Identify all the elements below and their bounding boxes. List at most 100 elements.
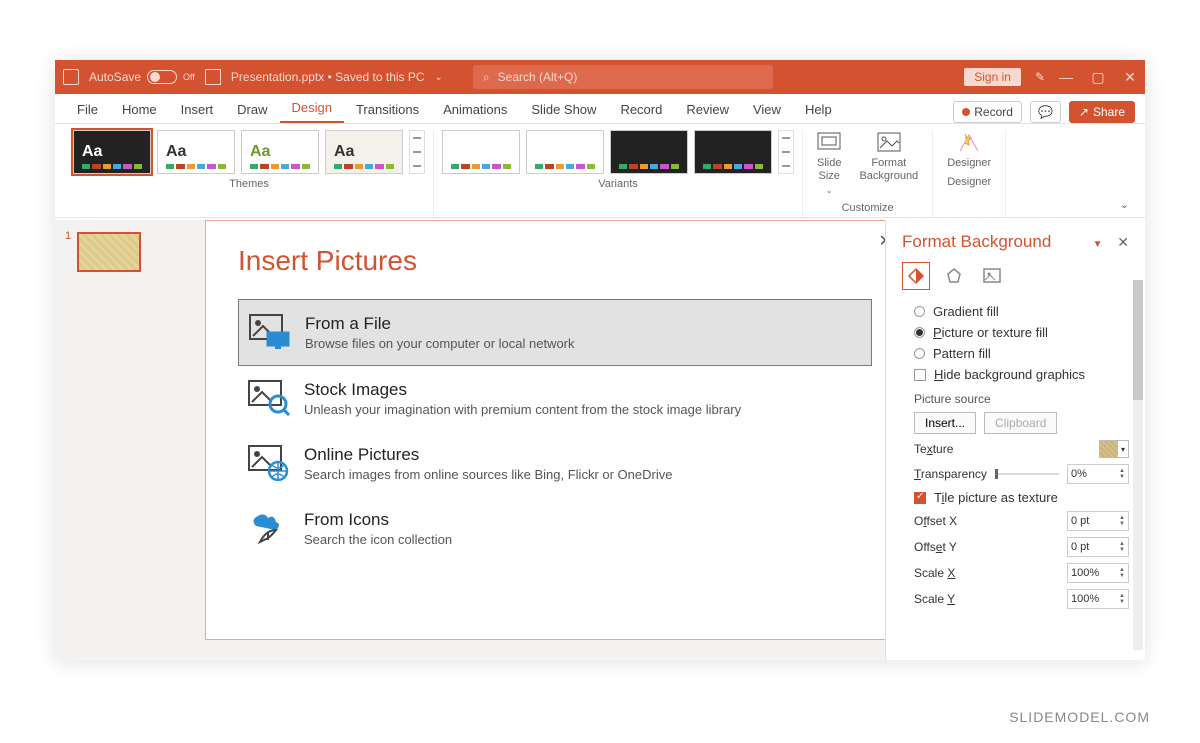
theme-option-4[interactable]: Aa [325, 130, 403, 174]
tab-file[interactable]: File [65, 96, 110, 123]
ribbon: Aa Aa Aa Aa Themes Variants Slid [55, 124, 1145, 218]
option-label: Stock Images [304, 380, 741, 400]
panel-close-button[interactable]: ✕ [1117, 234, 1129, 250]
scale-x-input[interactable]: 100%▲▼ [1067, 563, 1129, 583]
transparency-label: Transparency [914, 467, 987, 481]
tab-transitions[interactable]: Transitions [344, 96, 431, 123]
tab-design[interactable]: Design [280, 94, 344, 123]
app-window: AutoSave Off Presentation.pptx • Saved t… [55, 60, 1145, 660]
gradient-fill-radio[interactable]: Gradient fill [914, 304, 1129, 319]
designer-icon [957, 132, 981, 154]
from-file-icon [249, 314, 291, 350]
tab-animations[interactable]: Animations [431, 96, 519, 123]
slide-size-button[interactable]: Slide Size ⌄ [811, 130, 847, 198]
insert-picture-button[interactable]: Insert... [914, 412, 976, 434]
insert-online-pictures-option[interactable]: Online Pictures Search images from onlin… [238, 431, 872, 496]
app-icon [63, 69, 79, 85]
comments-button[interactable]: 💬 [1030, 101, 1061, 123]
hide-background-checkbox[interactable]: Hide background graphics [914, 367, 1129, 382]
variant-2[interactable] [526, 130, 604, 174]
picture-tab-icon[interactable] [978, 262, 1006, 290]
fill-tab-icon[interactable] [902, 262, 930, 290]
texture-picker[interactable]: ▾ [1099, 440, 1129, 458]
search-icon: ⌕ [483, 70, 490, 85]
transparency-input[interactable]: 0%▲▼ [1067, 464, 1129, 484]
effects-tab-icon[interactable] [940, 262, 968, 290]
search-placeholder: Search (Alt+Q) [498, 70, 578, 84]
option-desc: Browse files on your computer or local n… [305, 336, 575, 351]
offset-x-input[interactable]: 0 pt▲▼ [1067, 511, 1129, 531]
share-button[interactable]: ↗Share [1069, 101, 1135, 123]
transparency-slider[interactable] [995, 473, 1059, 475]
variants-more-button[interactable] [778, 130, 794, 174]
format-background-button[interactable]: Format Background [853, 130, 924, 198]
search-input[interactable]: ⌕ Search (Alt+Q) [473, 65, 773, 89]
autosave-label: AutoSave [89, 70, 141, 84]
tab-review[interactable]: Review [674, 96, 741, 123]
tab-draw[interactable]: Draw [225, 96, 279, 123]
minimize-button[interactable]: — [1059, 70, 1073, 84]
signin-button[interactable]: Sign in [964, 68, 1021, 86]
format-background-panel: Format Background ▼ ✕ Gradient fill Pict… [885, 220, 1145, 660]
option-desc: Search the icon collection [304, 532, 452, 547]
scale-y-input[interactable]: 100%▲▼ [1067, 589, 1129, 609]
variant-1[interactable] [442, 130, 520, 174]
option-label: Online Pictures [304, 445, 672, 465]
tab-view[interactable]: View [741, 96, 793, 123]
close-button[interactable]: ✕ [1123, 70, 1137, 84]
scale-x-label: Scale X [914, 566, 955, 580]
customize-group-label: Customize [842, 202, 894, 218]
designer-button[interactable]: Designer [941, 130, 997, 172]
offset-y-input[interactable]: 0 pt▲▼ [1067, 537, 1129, 557]
theme-option-1[interactable]: Aa [73, 130, 151, 174]
chevron-down-icon[interactable]: ⌄ [435, 72, 443, 83]
menu-bar: File Home Insert Draw Design Transitions… [55, 94, 1145, 124]
theme-option-2[interactable]: Aa [157, 130, 235, 174]
slide-thumbnail-1[interactable] [77, 232, 141, 272]
picture-source-label: Picture source [914, 392, 1129, 406]
pattern-fill-radio[interactable]: Pattern fill [914, 346, 1129, 361]
share-icon: ↗ [1079, 105, 1089, 119]
tab-insert[interactable]: Insert [169, 96, 226, 123]
clipboard-button[interactable]: Clipboard [984, 412, 1057, 434]
scale-y-label: Scale Y [914, 592, 955, 606]
title-bar: AutoSave Off Presentation.pptx • Saved t… [55, 60, 1145, 94]
slide-editor: ✕ Insert Pictures From a File Browse fil… [165, 220, 885, 660]
panel-scrollbar[interactable] [1133, 280, 1143, 650]
variant-3[interactable] [610, 130, 688, 174]
insert-from-file-option[interactable]: From a File Browse files on your compute… [238, 299, 872, 366]
texture-label: Texture [914, 442, 953, 456]
themes-group-label: Themes [229, 178, 269, 194]
panel-title: Format Background [902, 232, 1051, 252]
document-title[interactable]: Presentation.pptx • Saved to this PC [231, 70, 425, 84]
pen-icon[interactable]: ✎ [1035, 70, 1045, 84]
tab-slideshow[interactable]: Slide Show [519, 96, 608, 123]
ribbon-customize-group: Slide Size ⌄ Format Background Customize [803, 130, 933, 217]
insert-stock-images-option[interactable]: Stock Images Unleash your imagination wi… [238, 366, 872, 431]
tab-home[interactable]: Home [110, 96, 169, 123]
ribbon-variants-group: Variants [434, 130, 803, 217]
stock-images-icon [248, 380, 290, 416]
variant-4[interactable] [694, 130, 772, 174]
dialog-title: Insert Pictures [238, 245, 872, 277]
themes-more-button[interactable] [409, 130, 425, 174]
from-icons-icon [248, 510, 290, 546]
tab-help[interactable]: Help [793, 96, 844, 123]
workspace: 1 ✕ Insert Pictures From a File Browse f… [55, 220, 1145, 660]
autosave-state: Off [183, 72, 195, 82]
theme-option-3[interactable]: Aa [241, 130, 319, 174]
tile-picture-checkbox[interactable]: Tile picture as texture [914, 490, 1129, 505]
offset-y-label: Offset Y [914, 540, 957, 554]
online-pictures-icon [248, 445, 290, 481]
maximize-button[interactable]: ▢ [1091, 70, 1105, 84]
ribbon-collapse-icon[interactable]: ⌄ [1114, 192, 1135, 217]
insert-pictures-dialog: ✕ Insert Pictures From a File Browse fil… [205, 220, 905, 640]
panel-dropdown-icon[interactable]: ▼ [1093, 239, 1103, 250]
save-icon[interactable] [205, 69, 221, 85]
picture-fill-radio[interactable]: Picture or texture fill [914, 325, 1129, 340]
autosave-toggle[interactable]: AutoSave Off [89, 70, 195, 84]
insert-from-icons-option[interactable]: From Icons Search the icon collection [238, 496, 872, 561]
tab-record[interactable]: Record [608, 96, 674, 123]
record-button[interactable]: Record [953, 101, 1022, 123]
slide-thumbnails-panel: 1 [55, 220, 165, 660]
